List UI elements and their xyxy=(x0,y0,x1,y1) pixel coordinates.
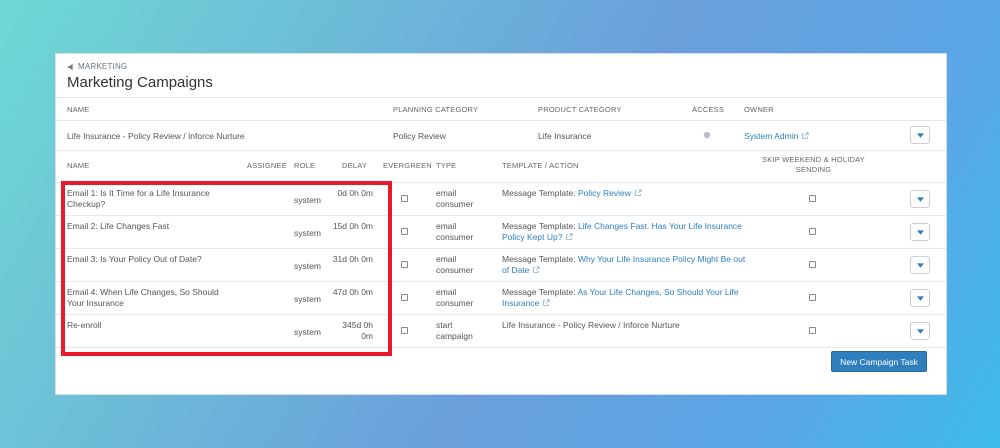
megaphone-icon xyxy=(67,63,73,70)
task-actions-dropdown[interactable] xyxy=(910,190,930,208)
task-name: Email 4: When Life Changes, So Should Yo… xyxy=(67,287,219,308)
task-role: system xyxy=(294,261,321,271)
campaign-planning-category: Policy Review xyxy=(393,131,446,141)
breadcrumb-label: MARKETING xyxy=(78,62,128,71)
caret-down-icon xyxy=(916,229,924,235)
marketing-campaigns-panel: MARKETING Marketing Campaigns NAME PLANN… xyxy=(55,53,947,395)
campaign-product-category: Life Insurance xyxy=(538,131,592,141)
task-template: Message Template: Life Changes Fast. Has… xyxy=(502,221,752,243)
task-delay: 345d 0h 0m xyxy=(342,320,373,341)
task-row: Email 1: Is It Time for a Life Insurance… xyxy=(56,183,946,216)
col-assignee: ASSIGNEE xyxy=(247,161,287,170)
task-type: email consumer xyxy=(436,221,474,242)
template-prefix: Message Template: xyxy=(502,221,576,231)
task-delay: 0d 0h 0m xyxy=(337,188,373,198)
panel-header: MARKETING Marketing Campaigns xyxy=(56,54,946,98)
col-template-action: TEMPLATE / ACTION xyxy=(502,161,579,170)
task-template: Message Template: Why Your Life Insuranc… xyxy=(502,254,752,276)
task-actions-dropdown[interactable] xyxy=(910,289,930,307)
new-campaign-task-button[interactable]: New Campaign Task xyxy=(831,351,927,372)
template-prefix: Message Template: xyxy=(502,254,576,264)
task-name: Re-enroll xyxy=(67,320,102,330)
col-name: NAME xyxy=(67,105,90,114)
task-actions-dropdown[interactable] xyxy=(910,223,930,241)
task-table-header: NAME ASSIGNEE ROLE DELAY EVERGREEN TYPE … xyxy=(56,151,946,183)
skip-weekend-checkbox[interactable] xyxy=(809,260,816,270)
skip-weekend-checkbox[interactable] xyxy=(809,293,816,303)
col-access: ACCESS xyxy=(692,105,725,114)
col-role: ROLE xyxy=(294,161,316,170)
task-template: Message Template: As Your Life Changes, … xyxy=(502,287,752,309)
caret-down-icon xyxy=(916,132,924,138)
col-task-name: NAME xyxy=(67,161,90,170)
col-type: TYPE xyxy=(436,161,457,170)
caret-down-icon xyxy=(916,328,924,334)
evergreen-checkbox[interactable] xyxy=(401,227,408,237)
template-link[interactable]: Policy Review xyxy=(578,188,631,198)
template-prefix: Message Template: xyxy=(502,287,576,297)
campaign-row: Life Insurance - Policy Review / Inforce… xyxy=(56,121,946,151)
task-name: Email 2: Life Changes Fast xyxy=(67,221,170,231)
task-type: email consumer xyxy=(436,188,474,209)
access-globe-icon xyxy=(703,131,711,141)
task-template: Life Insurance - Policy Review / Inforce… xyxy=(502,320,752,331)
task-role: system xyxy=(294,294,321,304)
task-row: Email 2: Life Changes Fast system 15d 0h 0… xyxy=(56,216,946,249)
template-prefix: Message Template: xyxy=(502,188,576,198)
task-role: system xyxy=(294,195,321,205)
campaign-name: Life Insurance - Policy Review / Inforce… xyxy=(67,131,245,141)
col-delay: DELAY xyxy=(342,161,368,170)
task-type: email consumer xyxy=(436,254,474,275)
caret-down-icon xyxy=(916,262,924,268)
caret-down-icon xyxy=(916,196,924,202)
col-owner: OWNER xyxy=(744,105,774,114)
evergreen-checkbox[interactable] xyxy=(401,326,408,336)
owner-cell: System Admin xyxy=(744,131,809,141)
owner-link[interactable]: System Admin xyxy=(744,131,798,141)
task-row: Email 4: When Life Changes, So Should Yo… xyxy=(56,282,946,315)
task-type: start campaign xyxy=(436,320,473,341)
external-link-icon xyxy=(635,189,642,196)
task-role: system xyxy=(294,327,321,337)
task-template: Message Template: Policy Review xyxy=(502,188,752,199)
col-product-category: PRODUCT CATEGORY xyxy=(538,105,622,114)
task-row: Re-enroll system 345d 0h 0m start campaign L… xyxy=(56,315,946,348)
task-name: Email 1: Is It Time for a Life Insurance… xyxy=(67,188,210,209)
task-actions-dropdown[interactable] xyxy=(910,256,930,274)
task-rows: Email 1: Is It Time for a Life Insurance… xyxy=(56,183,946,348)
external-link-icon xyxy=(566,233,574,240)
col-skip-weekend: SKIP WEEKEND & HOLIDAY SENDING xyxy=(762,155,865,174)
task-actions-dropdown[interactable] xyxy=(910,322,930,340)
external-link-icon xyxy=(543,299,550,306)
campaign-table-header: NAME PLANNING CATEGORY PRODUCT CATEGORY … xyxy=(56,98,946,121)
col-evergreen: EVERGREEN xyxy=(383,161,432,170)
page-title: Marketing Campaigns xyxy=(67,74,213,91)
evergreen-checkbox[interactable] xyxy=(401,293,408,303)
external-link-icon xyxy=(802,132,809,139)
task-delay: 47d 0h 0m xyxy=(332,287,373,297)
breadcrumb[interactable]: MARKETING xyxy=(67,62,946,71)
skip-weekend-checkbox[interactable] xyxy=(809,194,816,204)
task-row: Email 3: Is Your Policy Out of Date? syst… xyxy=(56,249,946,282)
task-delay: 15d 0h 0m xyxy=(332,221,373,231)
skip-weekend-checkbox[interactable] xyxy=(809,227,816,237)
task-name: Email 3: Is Your Policy Out of Date? xyxy=(67,254,202,264)
skip-weekend-checkbox[interactable] xyxy=(809,326,816,336)
template-prefix: Life Insurance - Policy Review / Inforce… xyxy=(502,320,680,330)
task-delay: 31d 0h 0m xyxy=(332,254,373,264)
task-role: system xyxy=(294,228,321,238)
campaign-actions-dropdown[interactable] xyxy=(910,126,930,144)
evergreen-checkbox[interactable] xyxy=(401,194,408,204)
caret-down-icon xyxy=(916,295,924,301)
evergreen-checkbox[interactable] xyxy=(401,260,408,270)
task-type: email consumer xyxy=(436,287,474,308)
external-link-icon xyxy=(533,266,541,273)
col-planning-category: PLANNING CATEGORY xyxy=(393,105,479,114)
